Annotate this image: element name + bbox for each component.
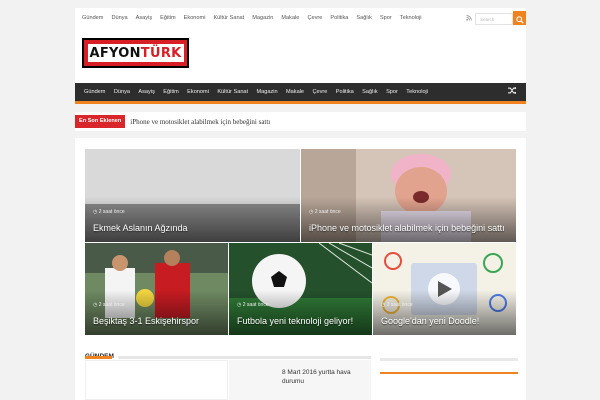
main-nav-item-egitim[interactable]: Eğitim [159, 89, 183, 95]
shuffle-icon[interactable] [504, 86, 520, 96]
rss-icon[interactable] [466, 15, 472, 23]
main-nav-item-asayis[interactable]: Asayiş [134, 89, 159, 95]
clock-icon: ◷ 2 saat önce [237, 302, 269, 308]
top-bar: Gündem Dünya Asayiş Eğitim Ekonomi Kültü… [75, 8, 526, 28]
main-nav-item-dunya[interactable]: Dünya [110, 89, 135, 95]
top-nav-item-makale[interactable]: Makale [277, 15, 303, 21]
featured-time-3: 2 saat önce [98, 302, 125, 308]
featured-caption-5: ◷ 2 saat önce Google'dan yeni Doodle! [381, 302, 479, 329]
top-nav-item-spor[interactable]: Spor [376, 15, 396, 21]
featured-title-1[interactable]: Ekmek Aslanın Ağzında [93, 223, 188, 233]
main-nav-item-spor[interactable]: Spor [382, 89, 402, 95]
featured-title-2[interactable]: iPhone ve motosiklet alabilmek için bebe… [309, 223, 505, 233]
search-icon [515, 15, 524, 24]
sidebar-widget [380, 358, 518, 400]
featured-time-5: 2 saat önce [386, 302, 413, 308]
news-card-title[interactable]: 8 Mart 2016 yurtta hava durumu [282, 368, 362, 386]
section-accent-bar [85, 356, 112, 359]
clock-icon: ◷ 2 saat önce [93, 209, 125, 215]
featured-tile-1[interactable]: ◷ 2 saat önce Ekmek Aslanın Ağzında [85, 149, 300, 242]
main-nav-item-makale[interactable]: Makale [282, 89, 308, 95]
breaking-news-ticker: En Son Eklenen iPhone ve motosiklet alab… [75, 112, 526, 131]
top-nav-item-magazin[interactable]: Magazin [248, 15, 277, 21]
ticker-headline[interactable]: iPhone ve motosiklet alabilmek için bebe… [125, 118, 270, 126]
main-nav: Gündem Dünya Asayiş Eğitim Ekonomi Kültü… [75, 83, 526, 104]
top-nav-item-ekonomi[interactable]: Ekonomi [180, 15, 210, 21]
featured-tile-4[interactable]: ◷ 2 saat önce Futbola yeni teknoloji gel… [229, 243, 372, 335]
logo-text: AFYON TÜRK [87, 44, 184, 62]
main-nav-item-cevre[interactable]: Çevre [308, 89, 331, 95]
featured-title-3[interactable]: Beşiktaş 3-1 Eskişehirspor [93, 316, 199, 326]
sidebar-accent-bar [380, 372, 518, 374]
top-nav: Gündem Dünya Asayiş Eğitim Ekonomi Kültü… [75, 15, 426, 21]
main-nav-item-gundem[interactable]: Gündem [75, 89, 110, 95]
featured-caption-3: ◷ 2 saat önce Beşiktaş 3-1 Eskişehirspor [93, 302, 199, 329]
section-header-gundem: Gündem [85, 345, 371, 360]
logo-part-turk: TÜRK [140, 45, 182, 61]
featured-caption-1: ◷ 2 saat önce Ekmek Aslanın Ağzında [93, 209, 188, 236]
featured-time-2: 2 saat önce [314, 209, 341, 215]
top-nav-item-politika[interactable]: Politika [326, 15, 352, 21]
main-nav-item-magazin[interactable]: Magazin [252, 89, 282, 95]
featured-tile-2[interactable]: ◷ 2 saat önce iPhone ve motosiklet alabi… [301, 149, 516, 242]
main-nav-item-teknoloji[interactable]: Teknoloji [402, 89, 432, 95]
top-nav-item-dunya[interactable]: Dünya [107, 15, 131, 21]
featured-title-4[interactable]: Futbola yeni teknoloji geliyor! [237, 316, 353, 326]
featured-tile-3[interactable]: ◷ 2 saat önce Beşiktaş 3-1 Eskişehirspor [85, 243, 228, 335]
main-content: ◷ 2 saat önce Ekmek Aslanın Ağzında ◷ 2 … [75, 138, 526, 400]
top-nav-item-teknoloji[interactable]: Teknoloji [396, 15, 426, 21]
top-nav-item-saglik[interactable]: Sağlık [352, 15, 376, 21]
top-nav-item-asayis[interactable]: Asayiş [132, 15, 156, 21]
featured-time-1: 2 saat önce [98, 209, 125, 215]
main-nav-item-politika[interactable]: Politika [332, 89, 358, 95]
ticker-label: En Son Eklenen [75, 115, 126, 128]
top-nav-item-kultur-sanat[interactable]: Kültür Sanat [209, 15, 248, 21]
top-nav-item-gundem[interactable]: Gündem [78, 15, 107, 21]
news-card-image[interactable] [85, 360, 228, 400]
search-input[interactable]: Search [475, 13, 513, 25]
clock-icon: ◷ 2 saat önce [93, 302, 125, 308]
featured-caption-4: ◷ 2 saat önce Futbola yeni teknoloji gel… [237, 302, 353, 329]
top-nav-item-cevre[interactable]: Çevre [303, 15, 326, 21]
featured-title-5[interactable]: Google'dan yeni Doodle! [381, 316, 479, 326]
featured-tile-5[interactable]: ◷ 2 saat önce Google'dan yeni Doodle! [373, 243, 516, 335]
site-logo[interactable]: AFYON TÜRK [82, 38, 189, 68]
featured-time-4: 2 saat önce [242, 302, 269, 308]
main-nav-item-kultur-sanat[interactable]: Kültür Sanat [213, 89, 252, 95]
featured-caption-2: ◷ 2 saat önce iPhone ve motosiklet alabi… [309, 209, 505, 236]
main-nav-item-ekonomi[interactable]: Ekonomi [183, 89, 213, 95]
main-nav-item-saglik[interactable]: Sağlık [358, 89, 382, 95]
top-nav-item-egitim[interactable]: Eğitim [156, 15, 180, 21]
clock-icon: ◷ 2 saat önce [309, 209, 341, 215]
site-header: AFYON TÜRK [75, 25, 526, 83]
clock-icon: ◷ 2 saat önce [381, 302, 413, 308]
logo-part-afyon: AFYON [89, 45, 141, 61]
